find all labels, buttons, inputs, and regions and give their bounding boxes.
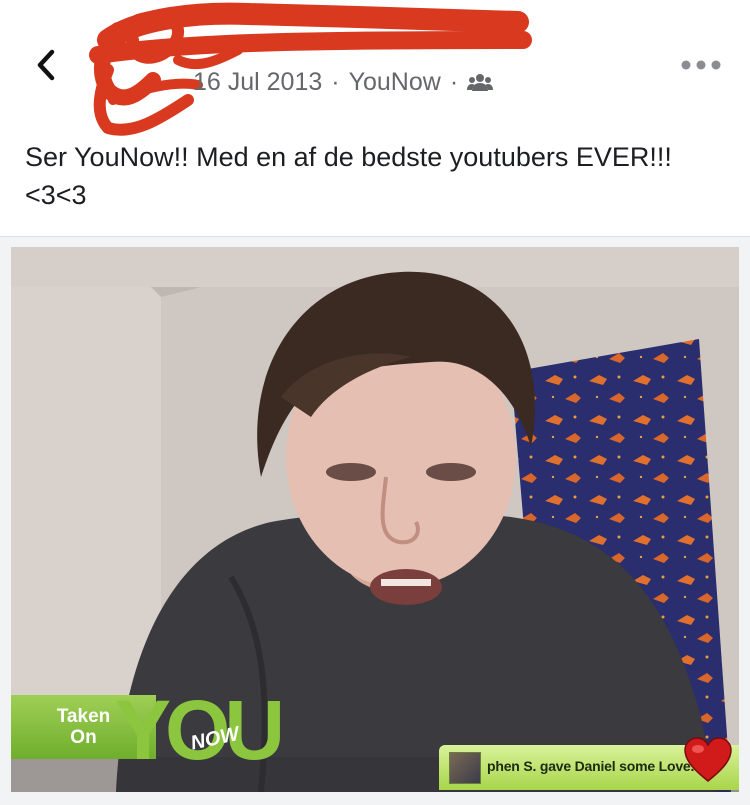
chevron-left-icon [37,49,55,81]
heart-icon [684,737,732,782]
post-date[interactable]: 16 Jul 2013 [193,68,322,97]
ellipsis-icon [681,60,721,70]
post-meta: 16 Jul 2013 · YouNow · [193,68,494,97]
friends-icon [467,73,494,91]
logo-you-text: YOU [115,687,280,767]
meta-separator: · [449,68,459,96]
avatar [449,752,481,784]
younow-logo: YOU NOW [115,687,286,767]
post-photo[interactable]: Taken On YOU NOW phen S. gave Daniel som… [11,247,739,792]
meta-separator: · [331,68,340,96]
post-text: Ser YouNow!! Med en af de bedste youtube… [25,142,672,210]
back-button[interactable] [30,46,64,84]
love-message: phen S. gave Daniel some Love. [487,758,695,774]
post-source[interactable]: YouNow [349,68,441,97]
more-options-button[interactable] [680,58,722,72]
